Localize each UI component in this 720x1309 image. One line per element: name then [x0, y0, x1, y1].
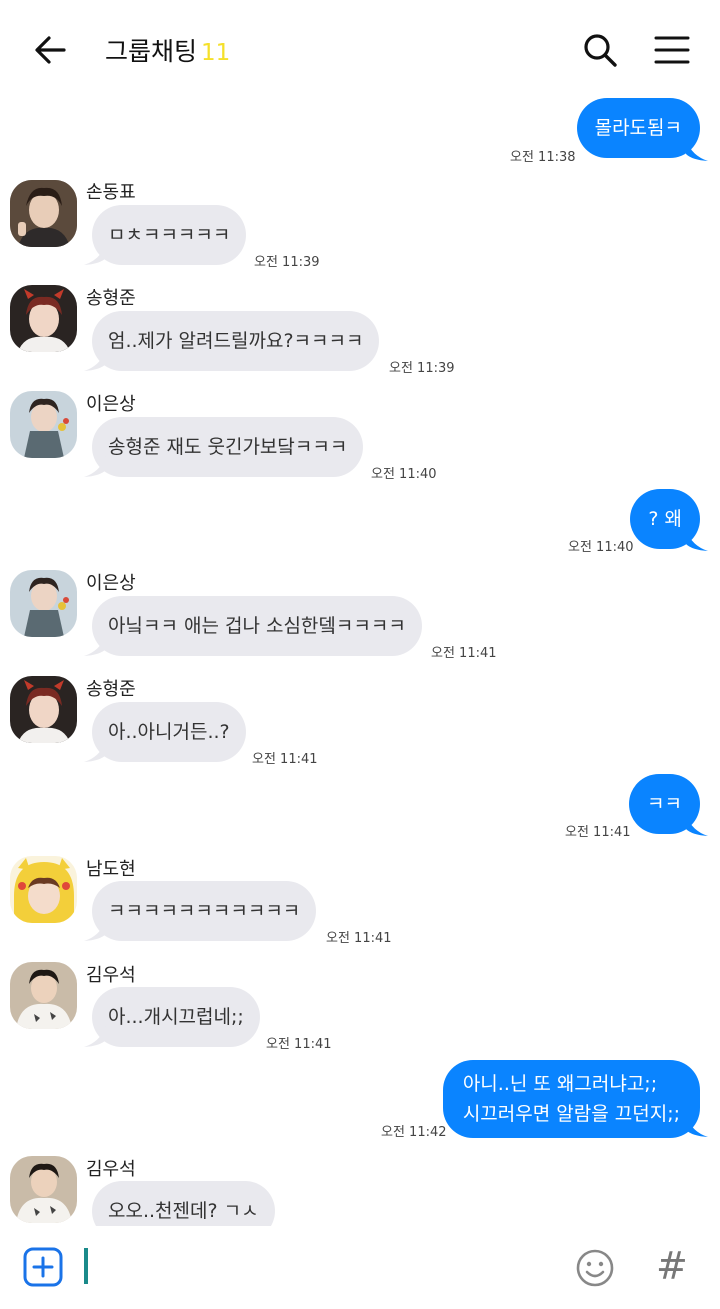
bubble-tail: [686, 815, 708, 836]
message-line: 아니..닌 또 왜그러냐고;;: [462, 1073, 658, 1095]
sender-name: 김우석: [86, 1159, 136, 1180]
sender-name: 남도현: [86, 859, 136, 880]
message-time: 오전 11:42: [381, 1125, 447, 1140]
message-bubble[interactable]: 아니..닌 또 왜그러냐고;; 시끄러우면 알람을 끄던지;;: [442, 1060, 700, 1138]
avatar[interactable]: [10, 570, 77, 637]
message-input-bar: #: [0, 1226, 720, 1309]
bubble-tail: [84, 456, 106, 477]
sender-name: 김우석: [86, 965, 136, 986]
message-bubble[interactable]: 아...개시끄럽네;;: [92, 987, 260, 1047]
chat-name: 그룹채팅: [105, 37, 198, 66]
hamburger-menu-icon: [654, 36, 690, 64]
message-time: 오전 11:41: [326, 931, 392, 946]
message-time: 오전 11:39: [254, 255, 320, 270]
emoji-button[interactable]: [575, 1248, 615, 1288]
sender-name: 송형준: [86, 679, 136, 700]
bubble-tail: [84, 350, 106, 371]
avatar[interactable]: [10, 962, 77, 1029]
message-bubble[interactable]: ㅁㅊㅋㅋㅋㅋㅋ: [92, 205, 247, 265]
back-button[interactable]: [28, 28, 72, 72]
message-time: 오전 11:40: [371, 467, 437, 482]
bubble-tail: [84, 741, 106, 762]
message-time: 오전 11:41: [252, 752, 318, 767]
add-attachment-button[interactable]: [22, 1246, 64, 1288]
sender-name: 송형준: [86, 288, 136, 309]
message-bubble[interactable]: 몰라도됨ㅋ: [576, 98, 700, 158]
message-time: 오전 11:41: [266, 1037, 332, 1052]
bubble-tail: [686, 1116, 708, 1137]
message-bubble[interactable]: 엄..제가 알려드릴까요?ㅋㅋㅋㅋ: [92, 311, 380, 371]
message-line: 시끄러우면 알람을 끄던지;;: [462, 1103, 680, 1125]
bubble-tail: [84, 244, 106, 265]
plus-square-icon: [23, 1247, 63, 1287]
search-icon: [584, 34, 617, 67]
hashtag-button[interactable]: #: [656, 1244, 688, 1288]
sender-name: 이은상: [86, 573, 136, 594]
avatar[interactable]: [10, 391, 77, 458]
sender-name: 이은상: [86, 394, 136, 415]
message-time: 오전 11:41: [565, 825, 631, 840]
avatar[interactable]: [10, 180, 77, 247]
message-bubble[interactable]: 아..아니거든..?: [92, 702, 246, 762]
message-bubble[interactable]: 아닠ㅋㅋ 애는 겁나 소심한뎈ㅋㅋㅋㅋ: [92, 596, 422, 656]
message-time: 오전 11:38: [510, 150, 576, 165]
avatar[interactable]: [10, 285, 77, 352]
message-time: 오전 11:40: [568, 540, 634, 555]
page-title: 그룹채팅 11: [105, 32, 230, 68]
search-button[interactable]: [578, 28, 622, 72]
sender-name: 손동표: [86, 182, 136, 203]
avatar[interactable]: [10, 676, 77, 743]
bubble-tail: [686, 140, 708, 161]
bubble-tail: [84, 1026, 106, 1047]
arrow-left-icon: [35, 36, 66, 64]
message-bubble[interactable]: 송형준 재도 웃긴가보닼ㅋㅋㅋ: [92, 417, 364, 477]
avatar[interactable]: [10, 856, 77, 923]
message-time: 오전 11:41: [431, 646, 497, 661]
avatar[interactable]: [10, 1156, 77, 1223]
chat-header: 그룹채팅 11: [0, 0, 720, 96]
text-input-cursor[interactable]: [84, 1248, 88, 1284]
smiley-icon: [576, 1249, 614, 1287]
bubble-tail: [84, 920, 106, 941]
bubble-tail: [686, 530, 708, 551]
message-time: 오전 11:39: [389, 361, 455, 376]
menu-button[interactable]: [650, 28, 694, 72]
member-count: 11: [201, 40, 231, 66]
bubble-tail: [84, 635, 106, 656]
message-bubble[interactable]: ㅋㅋㅋㅋㅋㅋㅋㅋㅋㅋㅋ: [92, 881, 317, 941]
